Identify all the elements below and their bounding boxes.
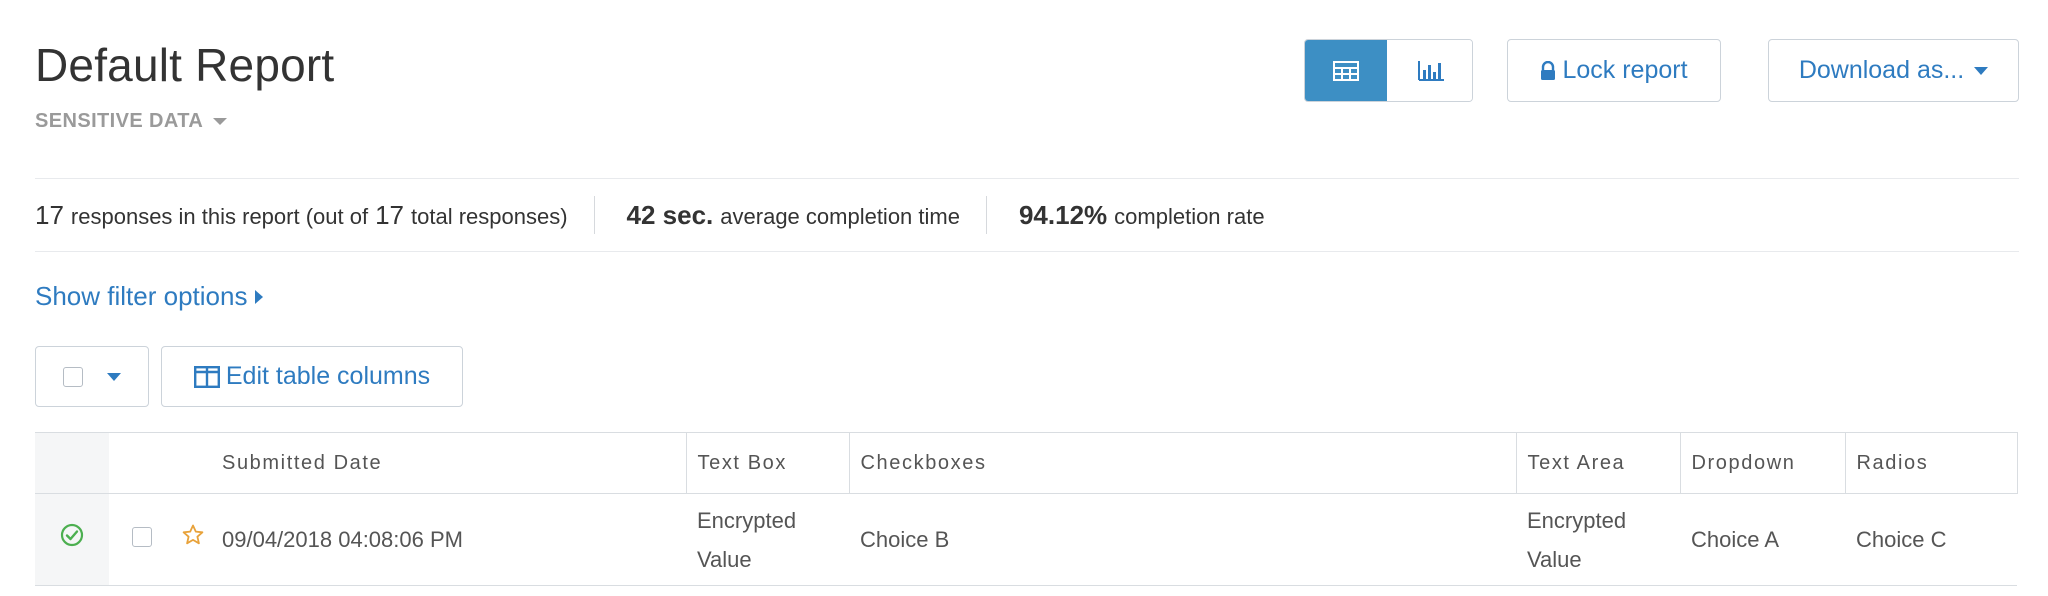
star-icon[interactable] [181, 523, 205, 547]
completion-rate-value: 94.12% [1018, 199, 1108, 230]
row-select-cell [109, 493, 163, 586]
completion-rate-text: completion rate [1114, 203, 1265, 229]
chart-view-button[interactable] [1387, 40, 1472, 101]
status-cell [35, 493, 109, 586]
sensitivity-label: SENSITIVE DATA [35, 110, 204, 132]
select-column-header [109, 432, 163, 494]
column-header-radios[interactable]: Radios [1844, 432, 2018, 494]
row-checkbox[interactable] [131, 527, 152, 547]
table-row[interactable]: 09/04/2018 04:08:06 PM Encrypted Value C… [35, 493, 2017, 586]
report-stats: 17 responses in this report (out of 17 t… [35, 192, 1265, 238]
avg-time-value: 42 sec. [626, 199, 714, 230]
sensitivity-dropdown[interactable]: SENSITIVE DATA [35, 110, 228, 133]
divider [35, 251, 2019, 252]
column-header-checkboxes[interactable]: Checkboxes [848, 432, 1516, 494]
column-header-text-area[interactable]: Text Area [1515, 432, 1680, 494]
column-header-dropdown[interactable]: Dropdown [1679, 432, 1845, 494]
total-count: 17 [375, 199, 404, 230]
responses-text: responses in this report (out of [70, 203, 369, 229]
responses-stat: 17 responses in this report (out of 17 t… [35, 200, 568, 231]
total-text: total responses) [411, 203, 568, 229]
radios-cell: Choice C [1845, 493, 2017, 586]
lock-report-label: Lock report [1562, 56, 1688, 84]
caret-down-icon [1974, 66, 1989, 75]
dropdown-cell: Choice A [1680, 493, 1845, 586]
text-area-cell: Encrypted Value [1516, 493, 1680, 586]
lock-icon [1541, 60, 1556, 80]
edit-table-columns-button[interactable]: Edit table columns [161, 346, 463, 407]
star-cell [163, 493, 211, 586]
table-header-row: Submitted Date Text Box Checkboxes Text … [35, 432, 2018, 494]
download-as-label: Download as... [1798, 56, 1965, 84]
column-header-text-box[interactable]: Text Box [685, 432, 849, 494]
view-toggle [1304, 39, 1473, 102]
bar-chart-icon [1417, 60, 1444, 81]
column-header-submitted-date[interactable]: Submitted Date [211, 432, 686, 494]
download-as-button[interactable]: Download as... [1768, 39, 2019, 102]
bulk-select-button[interactable] [35, 346, 149, 407]
check-circle-icon [60, 523, 84, 547]
avg-time-text: average completion time [720, 203, 960, 229]
page-title: Default Report [35, 39, 335, 91]
show-filter-options-label: Show filter options [35, 281, 248, 311]
avg-time-stat: 42 sec. average completion time [627, 200, 960, 231]
checkboxes-cell: Choice B [849, 493, 1516, 586]
responses-count: 17 [35, 199, 64, 230]
stat-separator [593, 196, 595, 234]
select-all-checkbox[interactable] [63, 366, 83, 387]
table-grid-icon [1333, 60, 1359, 81]
lock-report-button[interactable]: Lock report [1507, 39, 1721, 102]
caret-down-icon [107, 372, 121, 381]
submitted-date-cell: 09/04/2018 04:08:06 PM [211, 493, 686, 586]
text-box-cell: Encrypted Value [686, 493, 849, 586]
star-column-header [163, 432, 211, 494]
stat-separator [985, 196, 987, 234]
caret-down-icon [213, 118, 228, 125]
responses-table: Submitted Date Text Box Checkboxes Text … [35, 432, 2018, 586]
edit-table-columns-label: Edit table columns [225, 362, 431, 390]
completion-rate-stat: 94.12% completion rate [1019, 200, 1265, 231]
status-column-header [35, 432, 109, 494]
columns-icon [193, 365, 220, 388]
divider [35, 178, 2019, 179]
caret-right-icon [255, 289, 264, 304]
show-filter-options-link[interactable]: Show filter options [35, 281, 264, 312]
table-view-button[interactable] [1305, 40, 1387, 101]
